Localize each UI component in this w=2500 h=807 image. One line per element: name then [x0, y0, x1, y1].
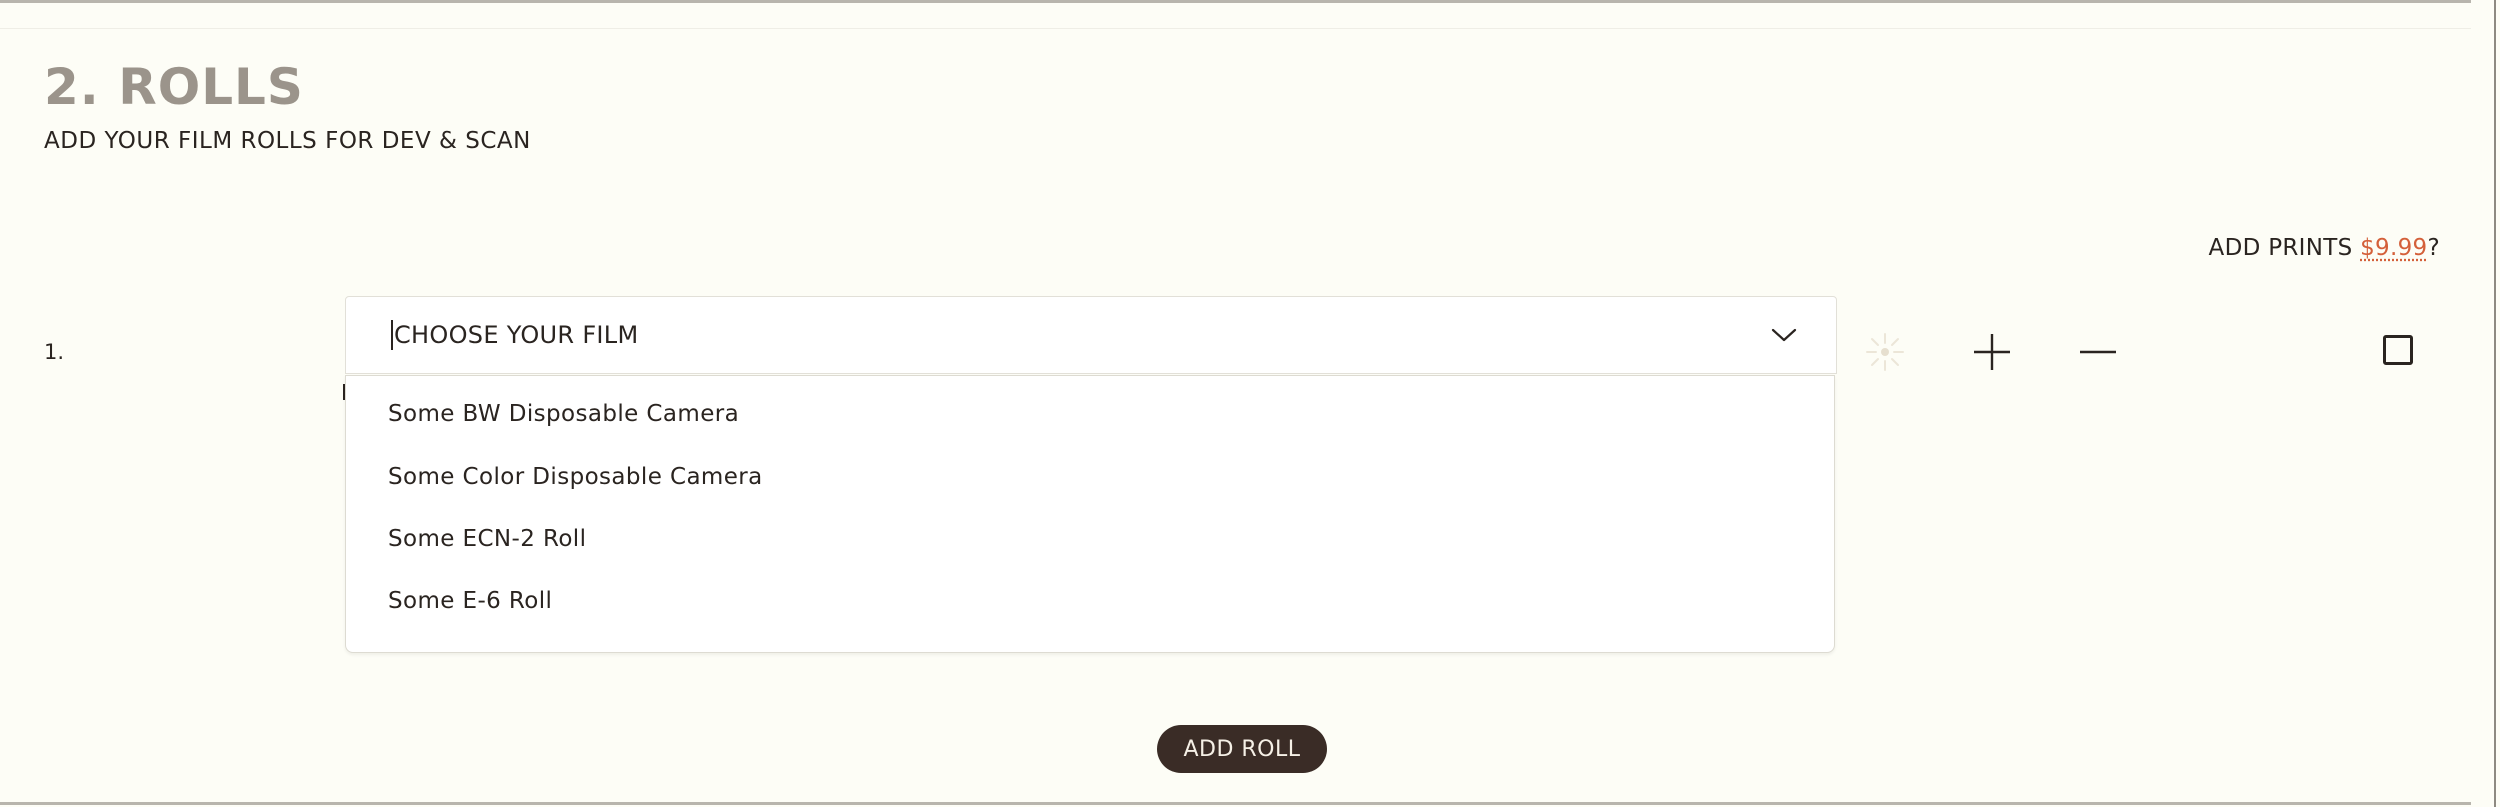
add-prints-text: ADD PRINTS: [2208, 235, 2361, 261]
sun-icon[interactable]: [1864, 331, 1906, 373]
film-dropdown-menu: Some BW Disposable Camera Some Color Dis…: [345, 375, 1835, 653]
bottom-divider: [0, 802, 2471, 805]
film-option[interactable]: Some E-6 Roll: [388, 588, 552, 614]
scrollbar-edge: [2494, 0, 2496, 807]
rolls-section: 2. ROLLS ADD YOUR FILM ROLLS FOR DEV & S…: [0, 0, 2500, 807]
add-roll-button[interactable]: ADD ROLL: [1157, 725, 1327, 773]
minus-icon[interactable]: [2078, 332, 2118, 372]
section-subtitle: ADD YOUR FILM ROLLS FOR DEV & SCAN: [44, 128, 531, 154]
top-divider: [0, 0, 2471, 3]
roll-number: 1.: [44, 340, 65, 364]
film-option[interactable]: Some ECN-2 Roll: [388, 526, 586, 552]
section-title: 2. ROLLS: [44, 58, 304, 116]
film-select[interactable]: CHOOSE YOUR FILM: [345, 296, 1837, 374]
text-caret: [391, 320, 393, 350]
plus-icon[interactable]: [1972, 332, 2012, 372]
film-option[interactable]: Some BW Disposable Camera: [388, 401, 739, 427]
prints-price-link[interactable]: $9.99: [2360, 235, 2427, 261]
chevron-down-icon[interactable]: [1770, 323, 1798, 347]
top-divider-faint: [0, 28, 2471, 29]
add-prints-checkbox[interactable]: [2383, 335, 2413, 365]
add-prints-suffix: ?: [2427, 235, 2440, 261]
add-prints-label: ADD PRINTS $9.99?: [2209, 235, 2440, 261]
film-select-placeholder: CHOOSE YOUR FILM: [394, 321, 639, 349]
film-option[interactable]: Some Color Disposable Camera: [388, 464, 763, 490]
